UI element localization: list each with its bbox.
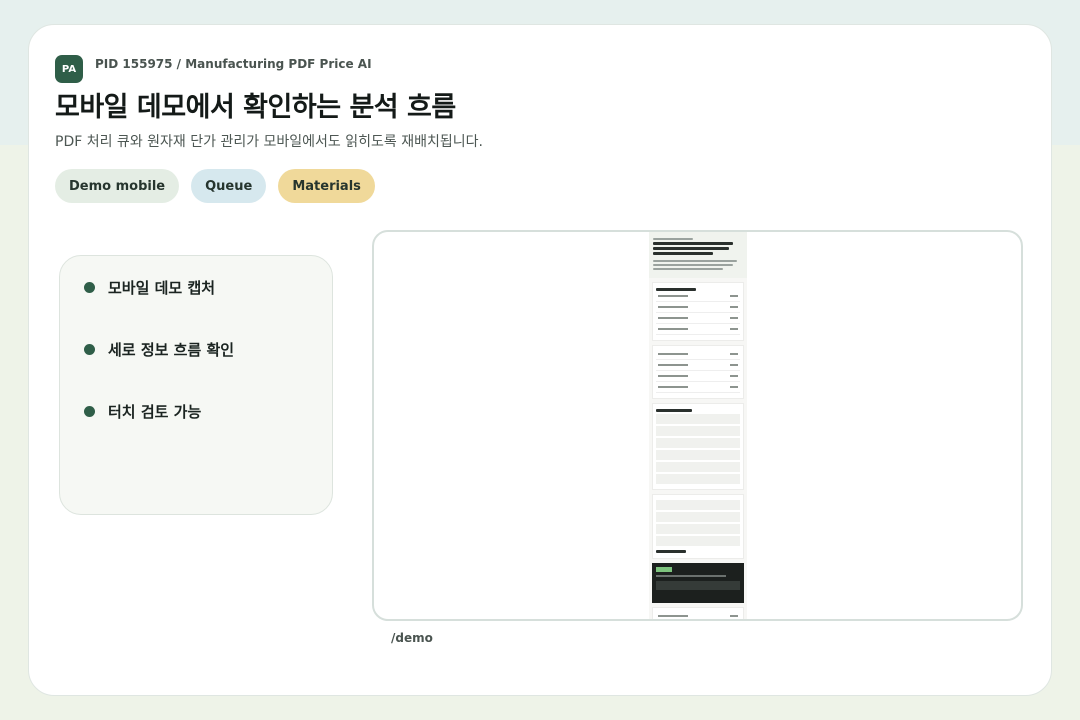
feature-item: 모바일 데모 캡처 — [84, 272, 332, 302]
preview-path: /demo — [391, 631, 433, 645]
bullet-icon — [84, 281, 95, 293]
feature-item: 터치 검토 가능 — [84, 396, 332, 426]
app-badge: PA — [55, 55, 83, 83]
feature-label: 모바일 데모 캡처 — [108, 278, 216, 297]
project-id: PID 155975 / Manufacturing PDF Price AI — [95, 57, 372, 71]
page-title: 모바일 데모에서 확인하는 분석 흐름 — [55, 92, 456, 123]
feature-item: 세로 정보 흐름 확인 — [84, 334, 332, 364]
page-subtitle: PDF 처리 큐와 원자재 단가 관리가 모바일에서도 읽히도록 재배치됩니다. — [55, 134, 483, 150]
feature-label: 세로 정보 흐름 확인 — [108, 340, 235, 359]
feature-list: 모바일 데모 캡처 세로 정보 흐름 확인 터치 검토 가능 — [59, 255, 333, 515]
mobile-preview-frame[interactable] — [372, 230, 1023, 621]
feature-label: 터치 검토 가능 — [108, 402, 202, 421]
chip-row: Demo mobile Queue Materials — [55, 169, 375, 203]
chip-queue[interactable]: Queue — [191, 169, 267, 203]
main-card: PA PID 155975 / Manufacturing PDF Price … — [28, 24, 1052, 696]
bullet-icon — [84, 405, 95, 417]
mobile-screenshot — [649, 232, 747, 619]
chip-demo-mobile[interactable]: Demo mobile — [55, 169, 180, 203]
chip-materials[interactable]: Materials — [278, 169, 375, 203]
bullet-icon — [84, 343, 95, 355]
